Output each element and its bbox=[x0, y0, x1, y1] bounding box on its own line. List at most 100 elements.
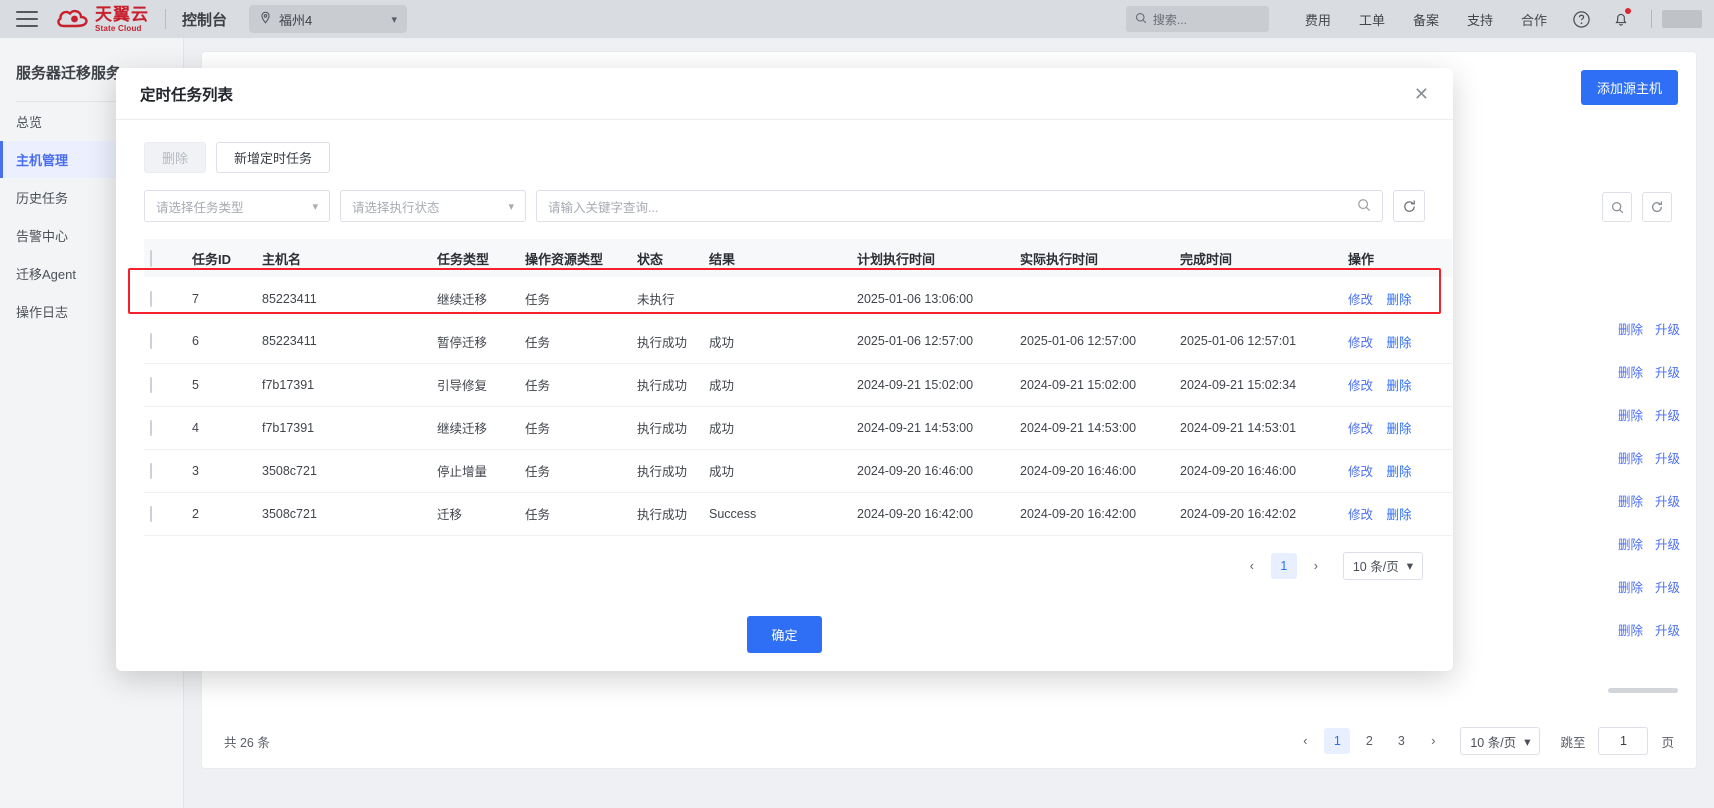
table-row[interactable]: 3 3508c721 停止增量 任务 执行成功 成功 2024-09-20 16… bbox=[144, 449, 1452, 493]
status-badge: 执行成功 bbox=[631, 363, 703, 407]
column-header-state: 状态 bbox=[631, 239, 703, 277]
column-header-res-type: 操作资源类型 bbox=[519, 239, 631, 277]
edit-link[interactable]: 修改 bbox=[1348, 422, 1373, 436]
table-row[interactable]: 5 f7b17391 引导修复 任务 执行成功 成功 2024-09-21 15… bbox=[144, 363, 1452, 407]
sidebar-item-label: 总览 bbox=[16, 115, 43, 130]
delete-link[interactable]: 删除 bbox=[1387, 379, 1412, 393]
header-link-record[interactable]: 备案 bbox=[1413, 10, 1439, 29]
select-all-checkbox[interactable] bbox=[150, 249, 152, 267]
chevron-down-icon: ▾ bbox=[1406, 559, 1413, 573]
page-button-1[interactable]: 1 bbox=[1324, 728, 1351, 754]
confirm-button[interactable]: 确定 bbox=[747, 615, 822, 653]
column-header-result: 结果 bbox=[703, 239, 851, 277]
task-type-select[interactable]: 请选择任务类型 ▾ bbox=[144, 190, 330, 222]
upgrade-link[interactable]: 升级 bbox=[1655, 534, 1680, 553]
delete-link[interactable]: 删除 bbox=[1618, 491, 1643, 510]
edit-link[interactable]: 修改 bbox=[1348, 508, 1373, 522]
column-header-finished: 完成时间 bbox=[1174, 239, 1342, 277]
row-checkbox[interactable] bbox=[150, 376, 152, 393]
column-header-task-type: 任务类型 bbox=[431, 239, 519, 277]
row-checkbox[interactable] bbox=[150, 290, 152, 307]
cell-actual: 2024-09-21 14:53:00 bbox=[1014, 406, 1174, 450]
add-source-host-button[interactable]: 添加源主机 bbox=[1580, 70, 1678, 105]
edit-link[interactable]: 修改 bbox=[1348, 379, 1373, 393]
add-scheduled-task-button[interactable]: 新增定时任务 bbox=[216, 142, 331, 173]
delete-link[interactable]: 删除 bbox=[1618, 534, 1643, 553]
delete-link[interactable]: 删除 bbox=[1618, 405, 1643, 424]
delete-link[interactable]: 删除 bbox=[1618, 362, 1643, 381]
help-circle-icon[interactable] bbox=[1570, 8, 1592, 30]
header-link-ticket[interactable]: 工单 bbox=[1359, 10, 1385, 29]
cell-res-type: 任务 bbox=[519, 363, 631, 407]
bell-icon[interactable] bbox=[1610, 8, 1632, 30]
cell-result: 成功 bbox=[703, 406, 851, 450]
page-size-selector[interactable]: 10 条/页 ▾ bbox=[1460, 727, 1541, 755]
table-row: 删除 升级 bbox=[1560, 608, 1680, 651]
cell-hostname: f7b17391 bbox=[256, 406, 431, 450]
header-link-support[interactable]: 支持 bbox=[1467, 10, 1493, 29]
table-header: 任务ID 主机名 任务类型 操作资源类型 状态 结果 计划执行时间 实际执行时间… bbox=[144, 239, 1452, 277]
refresh-icon[interactable] bbox=[1642, 192, 1672, 222]
close-icon[interactable]: ✕ bbox=[1414, 85, 1429, 103]
delete-link[interactable]: 删除 bbox=[1618, 620, 1643, 639]
upgrade-link[interactable]: 升级 bbox=[1655, 405, 1680, 424]
delete-button[interactable]: 删除 bbox=[144, 142, 207, 173]
page-size-selector[interactable]: 10 条/页 ▾ bbox=[1342, 551, 1423, 580]
cell-finished: 2025-01-06 12:57:01 bbox=[1174, 320, 1342, 364]
region-selector[interactable]: 福州4 ▾ bbox=[249, 5, 408, 33]
delete-link[interactable]: 删除 bbox=[1618, 577, 1643, 596]
table-row[interactable]: 2 3508c721 迁移 任务 执行成功 Success 2024-09-20… bbox=[144, 492, 1452, 536]
prev-page-button[interactable]: ‹ bbox=[1239, 553, 1265, 579]
search-icon[interactable] bbox=[1357, 198, 1371, 215]
delete-link[interactable]: 删除 bbox=[1387, 465, 1412, 479]
brand-logo[interactable]: 天翼云 State Cloud bbox=[56, 6, 149, 33]
edit-link[interactable]: 修改 bbox=[1348, 336, 1373, 350]
upgrade-link[interactable]: 升级 bbox=[1655, 620, 1680, 639]
header-link-partner[interactable]: 合作 bbox=[1521, 10, 1547, 29]
cell-operation: 修改 删除 bbox=[1342, 406, 1452, 450]
next-page-button[interactable]: › bbox=[1303, 553, 1329, 579]
next-page-button[interactable]: › bbox=[1420, 728, 1446, 754]
edit-link[interactable]: 修改 bbox=[1348, 293, 1373, 307]
delete-link[interactable]: 删除 bbox=[1387, 422, 1412, 436]
prev-page-button[interactable]: ‹ bbox=[1292, 728, 1318, 754]
search-icon[interactable] bbox=[1602, 192, 1632, 222]
background-toolbar bbox=[1602, 192, 1672, 222]
chevron-down-icon: ▾ bbox=[508, 200, 514, 213]
execution-state-select-label: 请选择执行状态 bbox=[352, 200, 440, 215]
execution-state-select[interactable]: 请选择执行状态 ▾ bbox=[340, 190, 526, 222]
cell-operation: 修改 删除 bbox=[1342, 320, 1452, 364]
page-button-2[interactable]: 2 bbox=[1356, 728, 1382, 754]
delete-link[interactable]: 删除 bbox=[1618, 319, 1643, 338]
upgrade-link[interactable]: 升级 bbox=[1655, 319, 1680, 338]
global-search-input[interactable]: 搜索... bbox=[1125, 6, 1269, 32]
delete-link[interactable]: 删除 bbox=[1387, 336, 1412, 350]
hamburger-icon[interactable] bbox=[16, 11, 38, 27]
row-checkbox-cell bbox=[144, 363, 186, 407]
jump-unit-label: 页 bbox=[1661, 735, 1674, 750]
refresh-icon[interactable] bbox=[1393, 190, 1425, 222]
upgrade-link[interactable]: 升级 bbox=[1655, 448, 1680, 467]
console-label[interactable]: 控制台 bbox=[182, 9, 227, 30]
table-row[interactable]: 4 f7b17391 继续迁移 任务 执行成功 成功 2024-09-21 14… bbox=[144, 406, 1452, 450]
horizontal-scrollbar[interactable] bbox=[1608, 688, 1678, 693]
delete-link[interactable]: 删除 bbox=[1387, 508, 1412, 522]
row-checkbox[interactable] bbox=[150, 462, 152, 479]
jump-to-input[interactable]: 1 bbox=[1598, 727, 1649, 755]
row-checkbox[interactable] bbox=[150, 419, 152, 436]
keyword-search-input[interactable]: 请输入关键字查询... bbox=[536, 190, 1383, 222]
table-row[interactable]: 6 85223411 暂停迁移 任务 执行成功 成功 2025-01-06 12… bbox=[144, 320, 1452, 364]
delete-link[interactable]: 删除 bbox=[1387, 293, 1412, 307]
table-row[interactable]: 7 85223411 继续迁移 任务 未执行 2025-01-06 13:06:… bbox=[144, 277, 1452, 320]
edit-link[interactable]: 修改 bbox=[1348, 465, 1373, 479]
header-link-fee[interactable]: 费用 bbox=[1305, 10, 1331, 29]
upgrade-link[interactable]: 升级 bbox=[1655, 362, 1680, 381]
page-button-3[interactable]: 3 bbox=[1388, 728, 1414, 754]
row-checkbox[interactable] bbox=[150, 333, 152, 350]
upgrade-link[interactable]: 升级 bbox=[1655, 577, 1680, 596]
row-checkbox[interactable] bbox=[150, 505, 152, 522]
upgrade-link[interactable]: 升级 bbox=[1655, 491, 1680, 510]
delete-link[interactable]: 删除 bbox=[1618, 448, 1643, 467]
avatar[interactable] bbox=[1662, 10, 1702, 28]
page-button-1[interactable]: 1 bbox=[1270, 552, 1297, 579]
